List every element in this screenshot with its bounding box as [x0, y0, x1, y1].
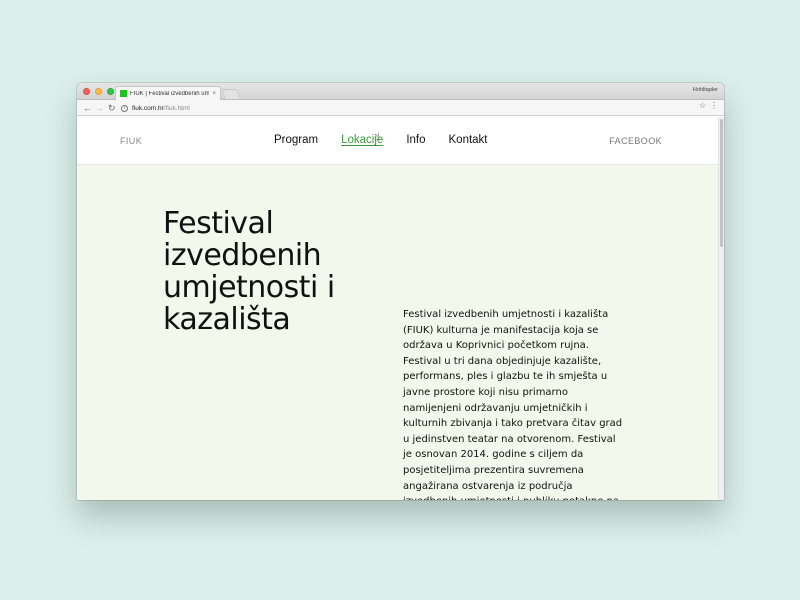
- main-nav: Program Lokacije Info Kontakt: [274, 134, 488, 146]
- site-header: FIUK Program Lokacije Info Kontakt ☝ FAC…: [77, 117, 718, 165]
- forward-icon[interactable]: →: [95, 102, 104, 114]
- tab-close-icon[interactable]: ×: [212, 91, 216, 97]
- scrollbar-thumb[interactable]: [720, 119, 723, 247]
- page-title: Festival izvedbenih umjetnosti i kazališ…: [163, 206, 335, 337]
- tab-title: FIUK | Festival izvedbenih umjetnosti i …: [130, 90, 210, 97]
- bookmark-star-icon[interactable]: ☆: [699, 101, 706, 110]
- hand-pointer-icon: ☝: [374, 132, 381, 143]
- tab-strip: FIUK | Festival izvedbenih umjetnosti i …: [77, 83, 724, 100]
- site-logo[interactable]: FIUK: [120, 136, 142, 146]
- browser-menu-icon[interactable]: ⋮: [710, 101, 718, 110]
- reload-icon[interactable]: ↻: [108, 102, 116, 114]
- hero-section: Festival izvedbenih umjetnosti i kazališ…: [77, 165, 718, 500]
- url-host: fiuk.com.hr: [132, 105, 164, 112]
- url-path: /fiuk.html: [163, 105, 190, 112]
- profile-name[interactable]: Hohltapler: [693, 87, 718, 93]
- window-controls: [83, 88, 114, 95]
- minimize-window-button[interactable]: [95, 88, 102, 95]
- tab-active[interactable]: FIUK | Festival izvedbenih umjetnosti i …: [115, 86, 221, 100]
- browser-toolbar: ← → ↻ i fiuk.com.hr/fiuk.html ☆ ⋮: [77, 100, 724, 116]
- browser-window: FIUK | Festival izvedbenih umjetnosti i …: [77, 83, 724, 500]
- url-text: fiuk.com.hr/fiuk.html: [132, 105, 190, 112]
- nav-item-program[interactable]: Program: [274, 134, 318, 146]
- page-scrollbar[interactable]: [718, 117, 724, 500]
- nav-item-kontakt[interactable]: Kontakt: [449, 134, 488, 146]
- page-viewport: FIUK Program Lokacije Info Kontakt ☝ FAC…: [77, 117, 724, 500]
- close-window-button[interactable]: [83, 88, 90, 95]
- zoom-window-button[interactable]: [107, 88, 114, 95]
- intro-paragraph: Festival izvedbenih umjetnosti i kazališ…: [403, 309, 623, 500]
- nav-item-info[interactable]: Info: [406, 134, 425, 146]
- facebook-link[interactable]: FACEBOOK: [609, 136, 662, 146]
- info-icon[interactable]: i: [121, 105, 128, 112]
- new-tab-button[interactable]: [221, 89, 241, 99]
- favicon-icon: [120, 90, 127, 97]
- back-icon[interactable]: ←: [83, 102, 92, 114]
- address-bar[interactable]: i fiuk.com.hr/fiuk.html: [121, 103, 711, 114]
